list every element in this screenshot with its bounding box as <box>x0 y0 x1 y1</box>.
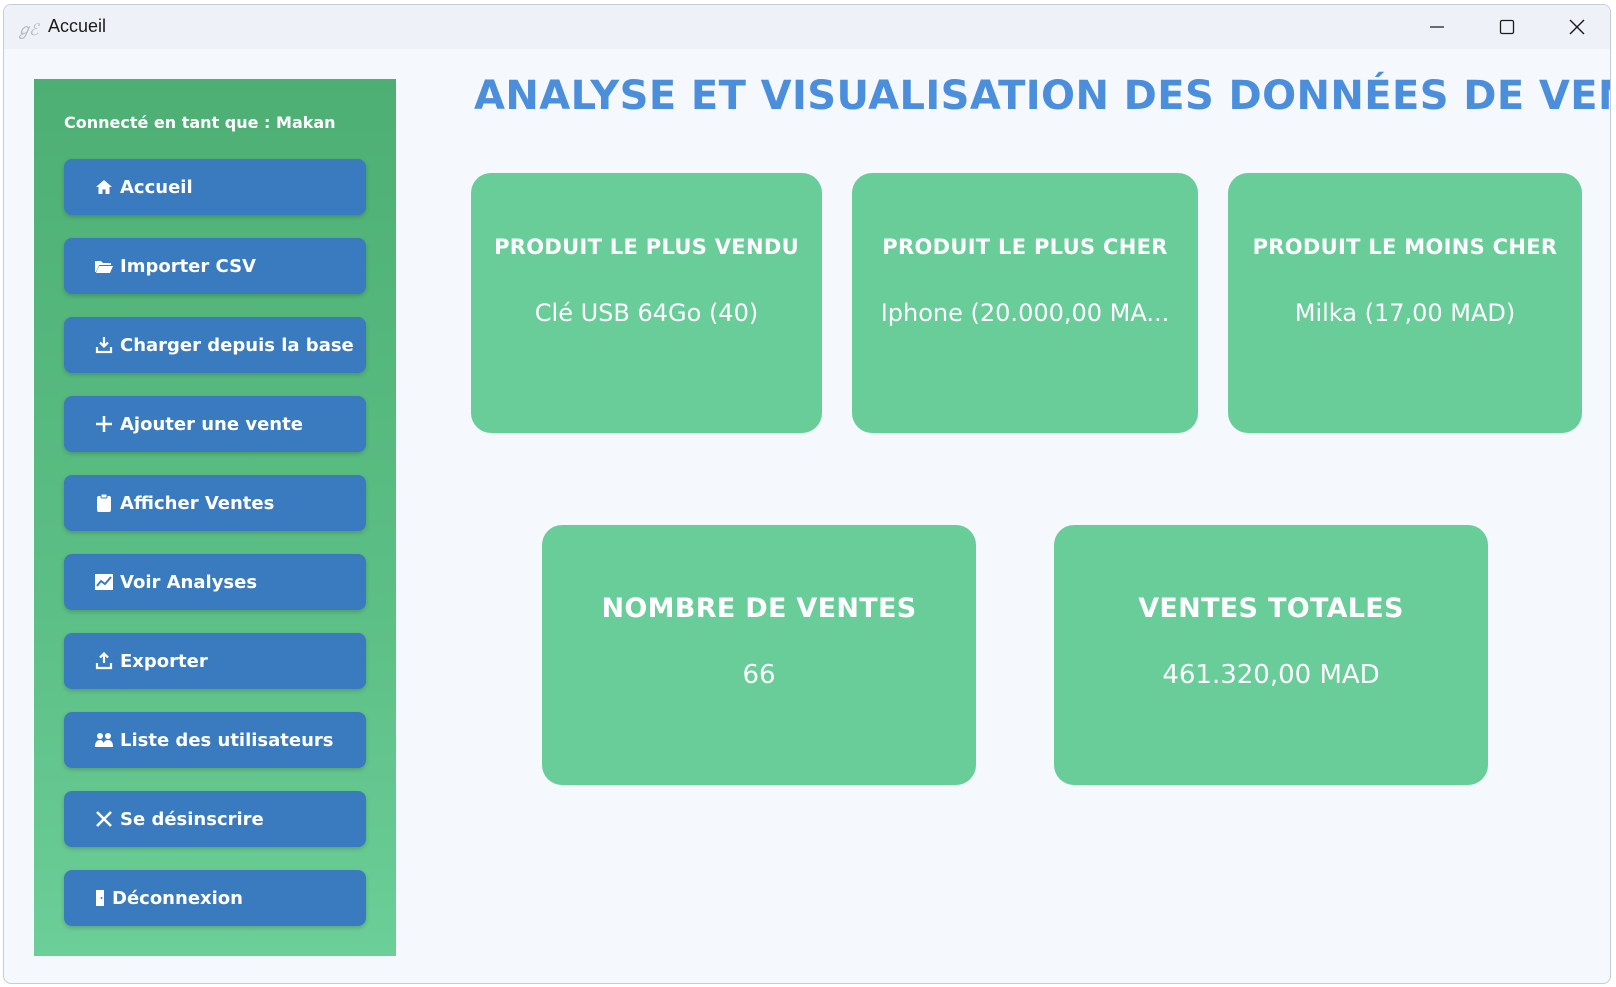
card-value: Milka (17,00 MAD) <box>1294 299 1516 327</box>
nav-ajouter-vente-button[interactable]: Ajouter une vente <box>64 396 366 452</box>
page-title: ANALYSE ET VISUALISATION DES DONNÉES DE … <box>474 73 1611 119</box>
card-ventes-totales: VENTES TOTALES 461.320,00 MAD <box>1054 525 1488 785</box>
maximize-icon <box>1499 19 1515 35</box>
nav-exporter-label: Exporter <box>120 650 208 672</box>
minimize-button[interactable] <box>1402 5 1472 49</box>
nav-afficher-ventes-label: Afficher Ventes <box>120 492 275 514</box>
door-icon <box>94 888 106 908</box>
card-produit-plus-vendu: PRODUIT LE PLUS VENDU Clé USB 64Go (40) <box>471 173 822 433</box>
nav-charger-base-button[interactable]: Charger depuis la base <box>64 317 366 373</box>
nav-importer-csv-button[interactable]: Importer CSV <box>64 238 366 294</box>
nav-deconnexion-button[interactable]: Déconnexion <box>64 870 366 926</box>
card-nombre-ventes: NOMBRE DE VENTES 66 <box>542 525 976 785</box>
folder-icon <box>94 256 114 276</box>
close-window-button[interactable] <box>1542 5 1610 49</box>
card-produit-plus-cher: PRODUIT LE PLUS CHER Iphone (20.000,00 M… <box>852 173 1198 433</box>
nav-exporter-button[interactable]: Exporter <box>64 633 366 689</box>
nav-se-desinscrire-button[interactable]: Se désinscrire <box>64 791 366 847</box>
upload-icon <box>94 651 114 671</box>
card-label: PRODUIT LE PLUS VENDU <box>494 235 799 259</box>
card-label: NOMBRE DE VENTES <box>601 593 917 624</box>
app-logo-icon: ℊℰ <box>16 20 39 39</box>
nav-afficher-ventes-button[interactable]: Afficher Ventes <box>64 475 366 531</box>
nav-voir-analyses-label: Voir Analyses <box>120 571 258 593</box>
nav-deconnexion-label: Déconnexion <box>112 887 243 909</box>
home-icon <box>94 177 114 197</box>
card-value: 66 <box>742 660 776 690</box>
minimize-icon <box>1430 26 1444 28</box>
sidebar: Connecté en tant que : Makan Accueil Imp… <box>34 79 396 956</box>
clipboard-icon <box>94 493 114 513</box>
nav-liste-utilisateurs-label: Liste des utilisateurs <box>120 729 334 751</box>
card-value: Iphone (20.000,00 MA... <box>880 299 1170 327</box>
card-label: PRODUIT LE MOINS CHER <box>1252 235 1558 259</box>
users-icon <box>94 730 114 750</box>
card-value: Clé USB 64Go (40) <box>534 299 759 327</box>
card-label: VENTES TOTALES <box>1138 593 1404 624</box>
title-bar[interactable]: ℊℰ Accueil <box>4 5 1610 49</box>
download-icon <box>94 335 114 355</box>
card-produit-moins-cher: PRODUIT LE MOINS CHER Milka (17,00 MAD) <box>1228 173 1582 433</box>
app-window: ℊℰ Accueil Connecté en tant que : Makan … <box>3 4 1611 984</box>
window-title: Accueil <box>48 16 107 36</box>
nav-ajouter-vente-label: Ajouter une vente <box>120 413 303 435</box>
nav-accueil-label: Accueil <box>120 176 193 198</box>
plus-icon <box>94 414 114 434</box>
nav-voir-analyses-button[interactable]: Voir Analyses <box>64 554 366 610</box>
maximize-button[interactable] <box>1472 5 1542 49</box>
nav-se-desinscrire-label: Se désinscrire <box>120 808 264 830</box>
close-icon <box>94 809 114 829</box>
card-value: 461.320,00 MAD <box>1162 660 1380 690</box>
chart-icon <box>94 572 114 592</box>
connected-user-label: Connecté en tant que : Makan <box>64 113 336 132</box>
close-icon <box>1569 19 1585 35</box>
nav-importer-csv-label: Importer CSV <box>120 255 256 277</box>
nav-accueil-button[interactable]: Accueil <box>64 159 366 215</box>
nav-charger-base-label: Charger depuis la base <box>120 334 354 356</box>
card-label: PRODUIT LE PLUS CHER <box>882 235 1168 259</box>
nav-liste-utilisateurs-button[interactable]: Liste des utilisateurs <box>64 712 366 768</box>
